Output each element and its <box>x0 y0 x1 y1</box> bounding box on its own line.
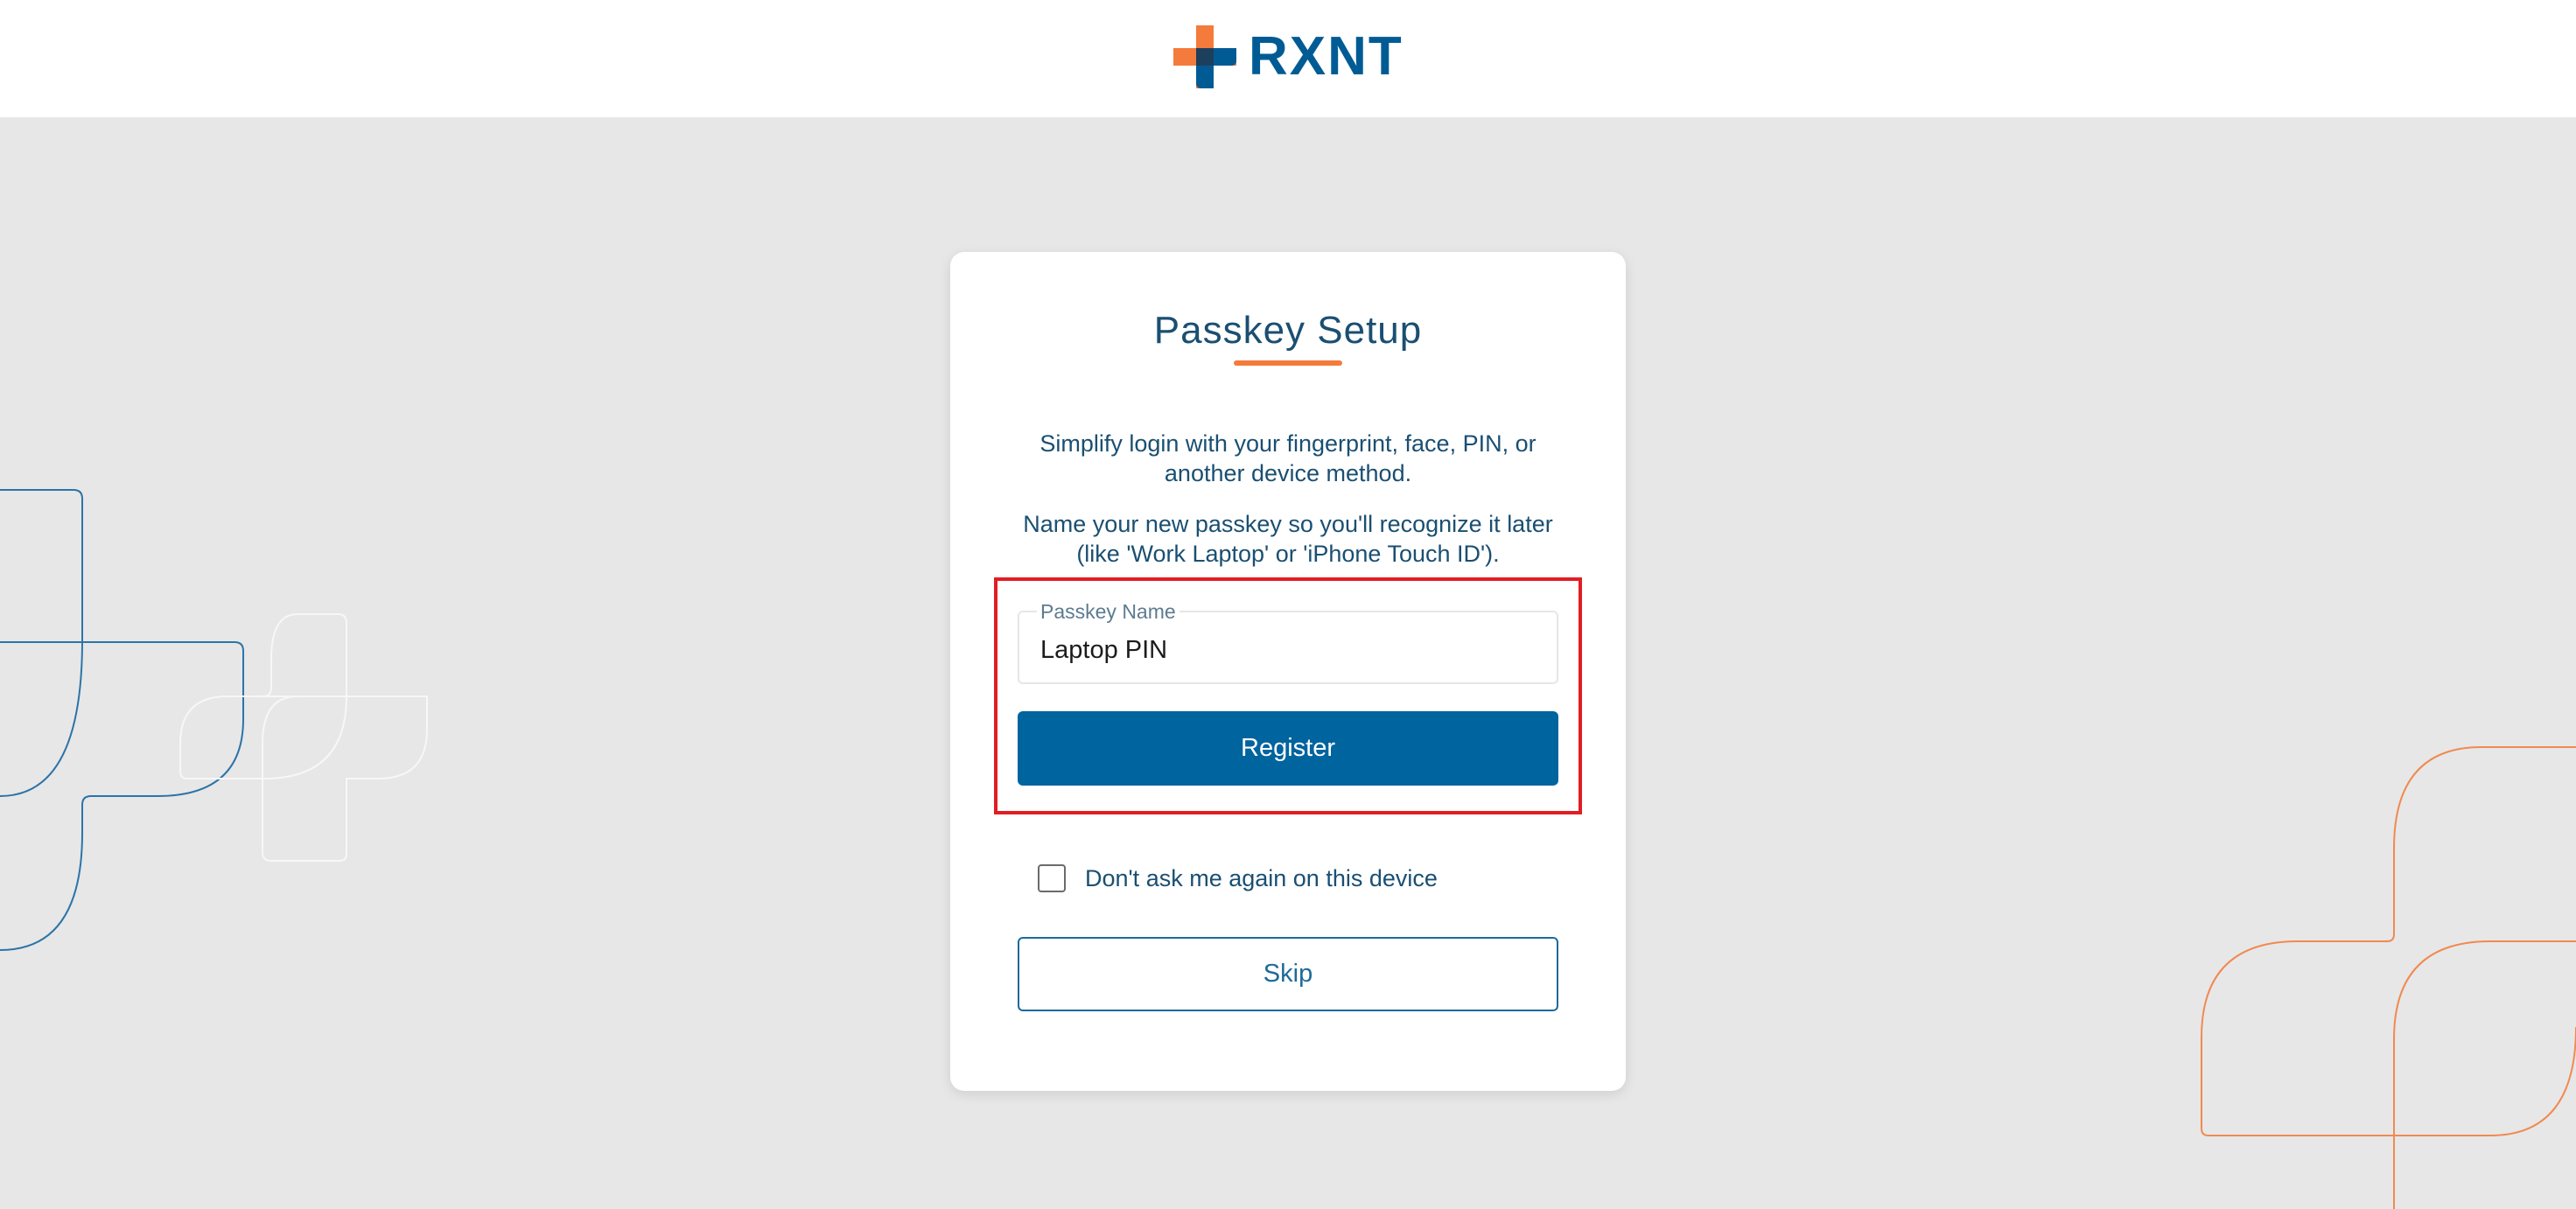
passkey-setup-card: Passkey Setup Simplify login with your f… <box>950 252 1626 1091</box>
register-button[interactable]: Register <box>1018 711 1558 786</box>
top-header: RXNT <box>0 0 2576 117</box>
dont-ask-again-checkbox[interactable] <box>1038 864 1066 892</box>
rxnt-cross-icon <box>1173 25 1236 88</box>
skip-button[interactable]: Skip <box>1018 937 1558 1011</box>
description-text: Simplify login with your fingerprint, fa… <box>1040 430 1536 486</box>
brand-name: RXNT <box>1249 26 1404 87</box>
passkey-name-input[interactable] <box>1040 632 1530 668</box>
passkey-name-field[interactable]: Passkey Name <box>1018 600 1558 684</box>
dont-ask-again-row[interactable]: Don't ask me again on this device <box>1038 863 1438 894</box>
naming-instructions-text: Name your new passkey so you'll recogniz… <box>1023 511 1553 567</box>
rxnt-logo: RXNT <box>1173 25 1404 88</box>
dont-ask-again-label[interactable]: Don't ask me again on this device <box>1085 865 1438 892</box>
title-underline <box>1234 360 1342 366</box>
passkey-name-label: Passkey Name <box>1037 600 1180 623</box>
page-title: Passkey Setup <box>1153 309 1423 352</box>
